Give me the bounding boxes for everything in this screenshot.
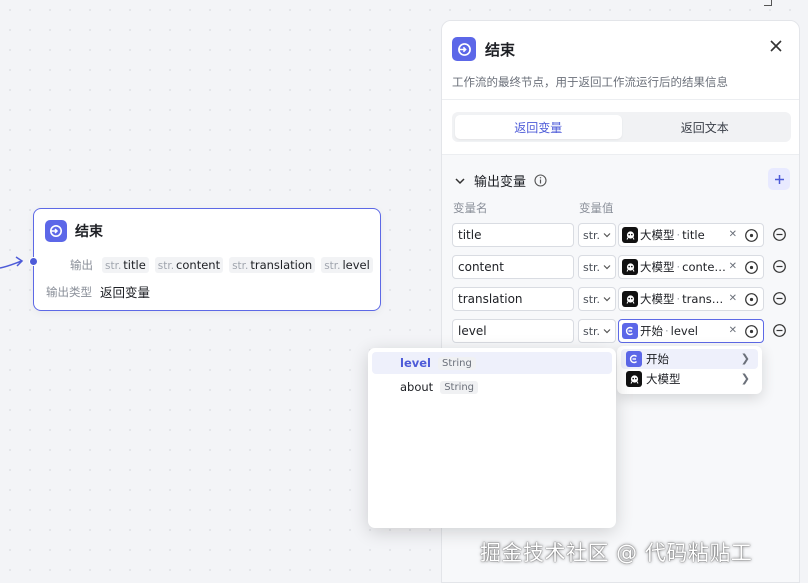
type-select[interactable]: str. (578, 223, 616, 247)
type-select[interactable]: str. (578, 319, 616, 343)
clear-icon[interactable]: ✕ (729, 229, 737, 240)
plus-icon (774, 174, 784, 184)
variable-name-input[interactable] (452, 319, 574, 343)
node-input-handle[interactable] (29, 257, 38, 266)
variable-row: str. 大模型·trans… ✕ (452, 287, 797, 311)
variable-option[interactable]: level String (372, 352, 612, 374)
start-icon (622, 323, 638, 339)
menu-item-start-node[interactable]: 开始 ❯ (621, 349, 758, 369)
variable-reference-select[interactable]: 开始 · level ✕ (618, 319, 764, 343)
llm-icon (622, 259, 638, 275)
output-chip: str. title (102, 257, 149, 273)
output-chip: str. translation (229, 257, 316, 273)
end-node-icon (45, 220, 67, 242)
llm-icon (622, 291, 638, 307)
target-icon[interactable] (744, 292, 759, 307)
remove-row-icon[interactable] (772, 259, 787, 274)
tab-return-text[interactable]: 返回文本 (622, 115, 789, 139)
node-picker-menu: 开始 ❯ 大模型 ❯ (617, 346, 762, 394)
watermark: 掘金技术社区 @ 代码粘贴工 (480, 541, 753, 565)
variable-row: str. 大模型·title ✕ (452, 223, 797, 247)
section-title: 输出变量 (474, 175, 527, 190)
corner-mark (764, 0, 772, 6)
type-badge: String (440, 380, 479, 394)
type-badge: String (437, 356, 476, 370)
variable-row: str. 开始·level ✕ (452, 319, 797, 343)
output-mode-tabs: 返回变量 返回文本 (452, 112, 791, 142)
remove-row-icon[interactable] (772, 323, 787, 338)
clear-icon[interactable]: ✕ (729, 293, 737, 304)
target-icon[interactable] (744, 228, 759, 243)
chevron-right-icon: ❯ (740, 372, 750, 385)
close-icon[interactable] (768, 38, 784, 54)
start-icon (626, 351, 642, 367)
remove-row-icon[interactable] (772, 291, 787, 306)
variable-reference-select[interactable]: 大模型 · trans… ✕ (618, 287, 764, 311)
node-title: 结束 (75, 224, 103, 240)
chevron-down-icon (603, 233, 611, 238)
remove-row-icon[interactable] (772, 227, 787, 242)
chevron-down-icon (603, 329, 611, 334)
variable-name-input[interactable] (452, 287, 574, 311)
type-select[interactable]: str. (578, 287, 616, 311)
panel-title: 结束 (485, 40, 516, 59)
variable-name-input[interactable] (452, 255, 574, 279)
variable-name-input[interactable] (452, 223, 574, 247)
target-icon[interactable] (744, 260, 759, 275)
clear-icon[interactable]: ✕ (729, 325, 737, 336)
info-icon[interactable] (534, 174, 547, 187)
variable-row: str. 大模型·conte… ✕ (452, 255, 797, 279)
menu-item-llm-node[interactable]: 大模型 ❯ (621, 369, 758, 389)
chevron-right-icon: ❯ (740, 352, 750, 365)
output-type-value: 返回变量 (100, 285, 151, 300)
panel-description: 工作流的最终节点，用于返回工作流运行后的结果信息 (452, 75, 728, 89)
chevron-down-icon (603, 297, 611, 302)
output-chip: str. content (154, 257, 224, 273)
variable-reference-select[interactable]: 大模型 · title ✕ (618, 223, 764, 247)
variable-option[interactable]: about String (372, 376, 612, 398)
variable-reference-select[interactable]: 大模型 · conte… ✕ (618, 255, 764, 279)
target-icon[interactable] (744, 324, 759, 339)
llm-icon (626, 371, 642, 387)
end-node-icon (452, 37, 476, 61)
column-header-value: 变量值 (579, 201, 614, 215)
output-label: 输出 (70, 258, 93, 272)
chevron-down-icon (603, 265, 611, 270)
add-variable-button[interactable] (768, 168, 790, 190)
variable-picker-menu: level String about String (368, 348, 616, 528)
column-header-name: 变量名 (453, 201, 488, 215)
output-type-label: 输出类型 (46, 284, 92, 299)
type-select[interactable]: str. (578, 255, 616, 279)
tab-return-variables[interactable]: 返回变量 (455, 115, 622, 139)
end-node-card[interactable]: 结束 输出 str. title str. content str. translat… (29, 208, 381, 311)
llm-icon (622, 227, 638, 243)
chevron-down-icon[interactable] (454, 175, 466, 187)
clear-icon[interactable]: ✕ (729, 261, 737, 272)
output-chip: str. level (321, 257, 373, 273)
